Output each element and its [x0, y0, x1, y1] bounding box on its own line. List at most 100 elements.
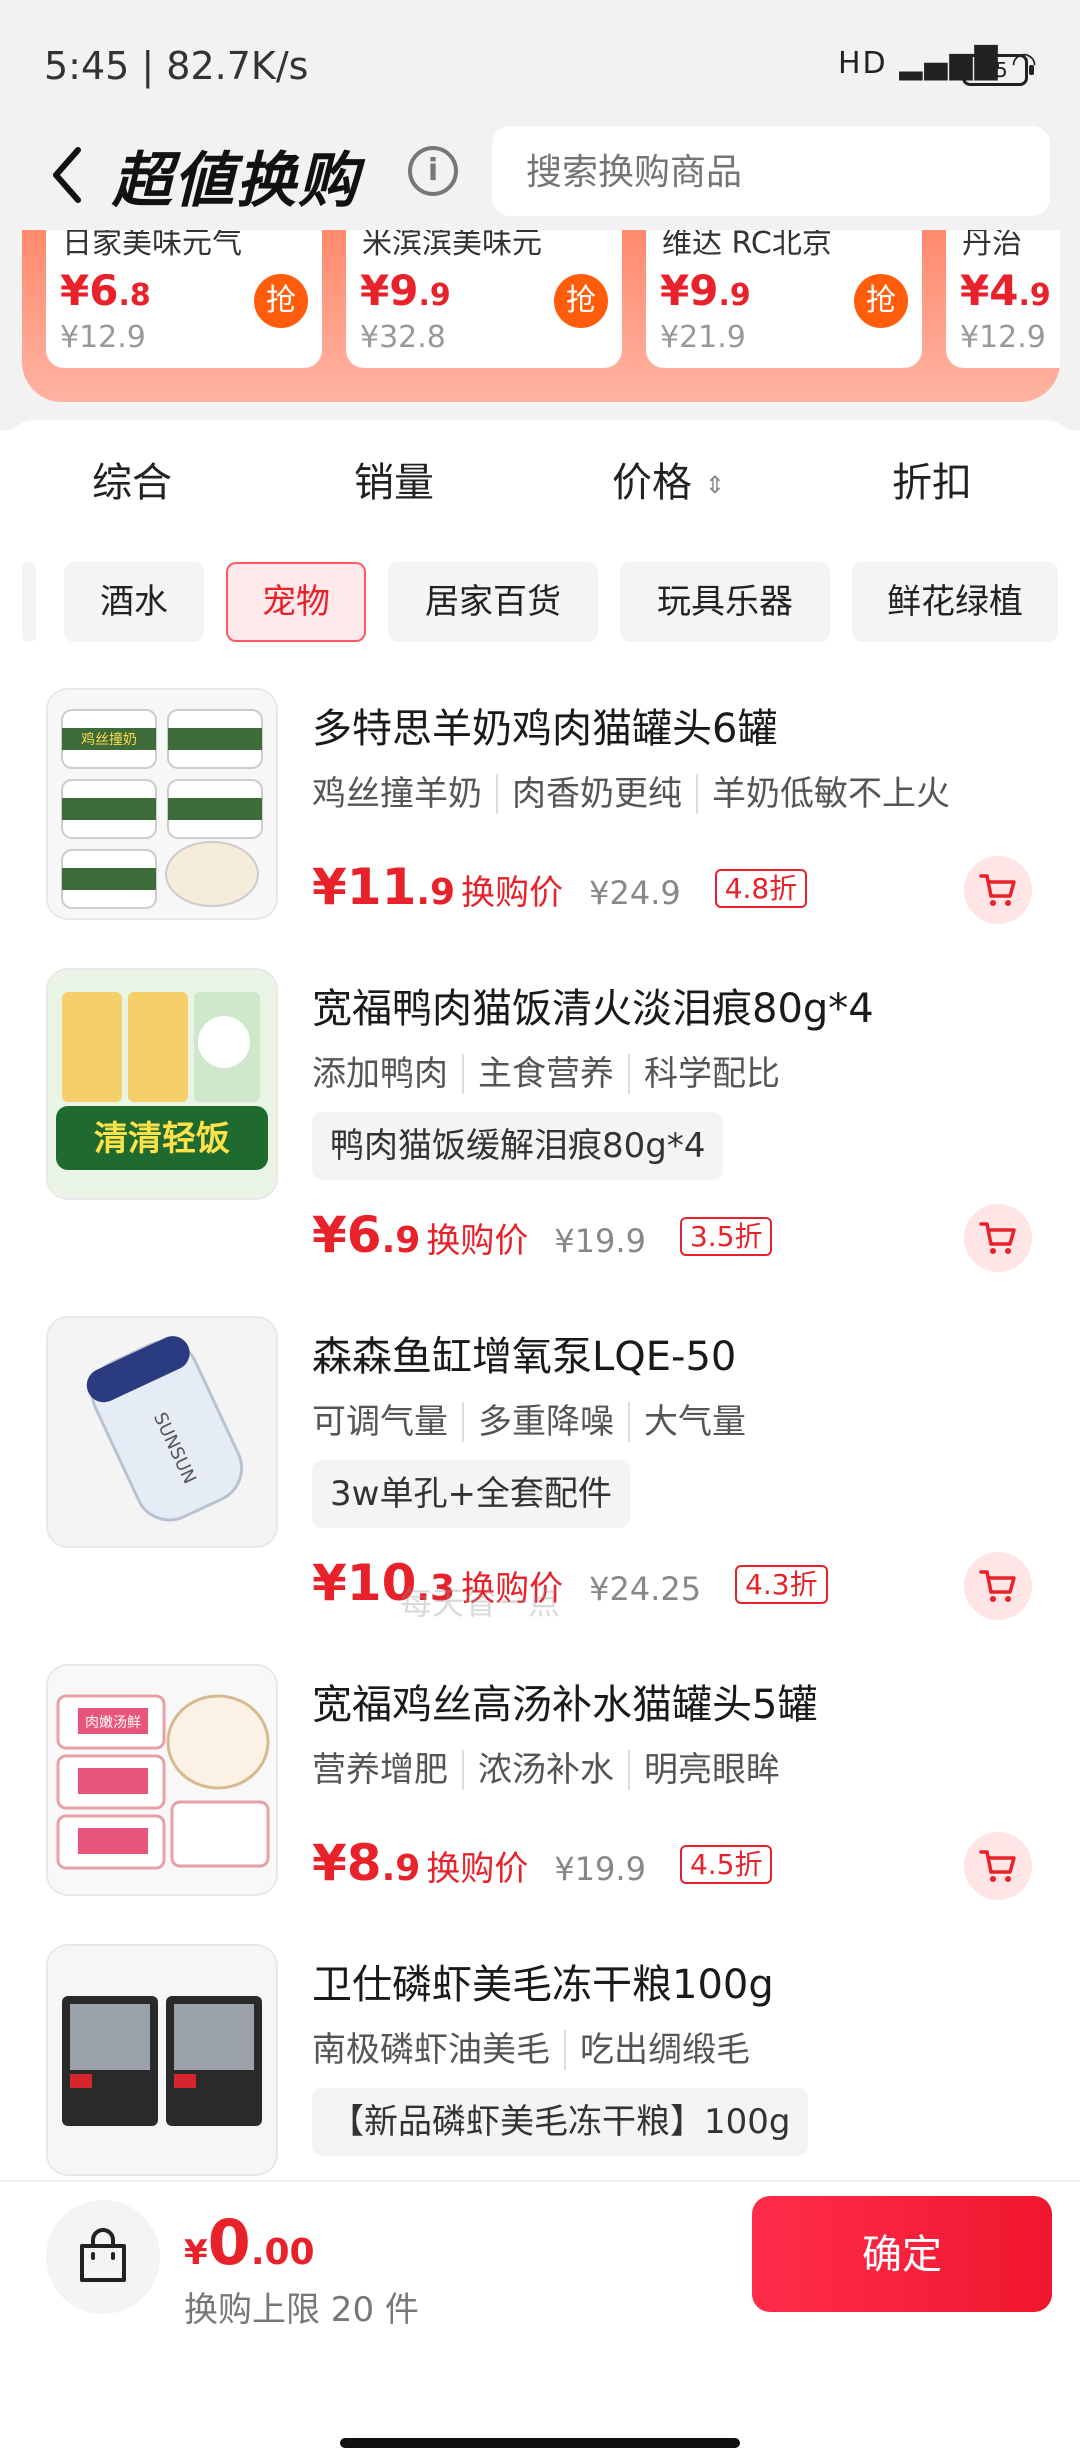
cart-icon	[979, 1570, 1016, 1602]
deal-strip: 日家美味元气 ¥6.8 ¥12.9 抢 米滨滨美味元 ¥9.9 ¥32.8 抢 …	[22, 230, 1060, 402]
sort-price[interactable]: 价格 ⇕	[612, 450, 725, 508]
price-row: ¥10.3 换购价 ¥24.25 4.3折	[312, 1554, 828, 1612]
original-price: ¥19.9	[554, 1222, 646, 1260]
confirm-button[interactable]: 确定	[752, 2196, 1052, 2312]
deal-card[interactable]: 维达 RC北京 ¥9.9 ¥21.9 抢	[646, 230, 922, 368]
product-tags: 营养增肥 浓汤补水 明亮眼眸	[312, 1742, 780, 1791]
tag: 吃出绸缎毛	[564, 2030, 750, 2070]
deal-price: ¥9.9	[360, 266, 451, 315]
exchange-price-label: 换购价	[426, 1849, 529, 1889]
category-tab-toys[interactable]: 玩具乐器	[620, 562, 830, 642]
product-sheet: 综合 销量 价格 ⇕ 折扣 酒水 宠物 居家百货 玩具乐器 鲜花绿植 鸡丝撞奶 …	[0, 420, 1080, 2180]
product-name: 多特思羊奶鸡肉猫罐头6罐	[312, 706, 778, 752]
exchange-price-label: 换购价	[426, 1221, 529, 1261]
page-title: 超値换购	[112, 146, 360, 216]
exchange-price: ¥8.9	[312, 1834, 421, 1892]
price-row: ¥8.9 换购价 ¥19.9 4.5折	[312, 1834, 773, 1892]
shopping-bag-icon	[80, 2228, 126, 2282]
grab-button[interactable]: 抢	[554, 274, 608, 328]
deal-price: ¥4.9	[960, 266, 1051, 315]
total-price: ¥0.00	[184, 2206, 315, 2279]
back-arrow-icon[interactable]	[40, 140, 100, 210]
category-tab-partial[interactable]	[22, 562, 36, 642]
add-to-cart-button[interactable]	[964, 856, 1032, 924]
status-bar: 5:45 | 82.7K/s HD ▂▄▆█ ◠ 45	[0, 0, 1080, 120]
home-indicator[interactable]	[340, 2438, 740, 2448]
discount-badge: 4.8折	[714, 869, 808, 908]
cart-icon	[979, 1850, 1016, 1882]
deal-old-price: ¥12.9	[960, 320, 1046, 355]
add-to-cart-button[interactable]	[964, 1832, 1032, 1900]
grab-button[interactable]: 抢	[854, 274, 908, 328]
cart-icon	[979, 1222, 1016, 1254]
deal-card[interactable]: 丹治 ¥4.9 ¥12.9	[946, 230, 1060, 368]
category-tab-pets[interactable]: 宠物	[226, 562, 366, 642]
tag: 肉香奶更纯	[496, 774, 682, 814]
original-price: ¥24.9	[589, 874, 681, 912]
original-price: ¥19.9	[554, 1850, 646, 1888]
deal-name: 丹治	[962, 230, 1022, 261]
tag: 浓汤补水	[462, 1750, 614, 1790]
product-name: 森森鱼缸增氧泵LQE-50	[312, 1334, 737, 1380]
product-spec: 3w单孔+全套配件	[312, 1460, 630, 1528]
product-spec: 【新品磷虾美毛冻干粮】100g	[312, 2088, 809, 2156]
product-image: 清清轻饭	[46, 968, 278, 1200]
search-box[interactable]	[492, 126, 1050, 218]
exchange-price-label: 换购价	[461, 873, 564, 913]
exchange-bag-button[interactable]	[46, 2200, 160, 2314]
product-image	[46, 1944, 278, 2176]
add-to-cart-button[interactable]	[964, 1552, 1032, 1620]
deal-name: 米滨滨美味元	[362, 230, 542, 261]
price-row: ¥11.9 换购价 ¥24.9 4.8折	[312, 858, 808, 916]
can-label: 肉嫩汤鲜	[85, 1715, 141, 1731]
category-tab-home[interactable]: 居家百货	[388, 562, 598, 642]
exchange-limit: 换购上限 20 件	[184, 2290, 419, 2330]
product-tags: 南极磷虾油美毛 吃出绸缎毛	[312, 2022, 750, 2071]
deal-card[interactable]: 米滨滨美味元 ¥9.9 ¥32.8 抢	[346, 230, 622, 368]
sort-discount[interactable]: 折扣	[892, 450, 972, 508]
deal-name: 日家美味元气	[62, 230, 242, 261]
deal-old-price: ¥21.9	[660, 320, 746, 355]
sort-bar: 综合 销量 价格 ⇕ 折扣	[0, 450, 1080, 530]
deal-name: 维达 RC北京	[662, 230, 832, 261]
tag: 多重降噪	[462, 1402, 614, 1442]
exchange-price: ¥6.9	[312, 1206, 421, 1264]
category-tab-flowers[interactable]: 鲜花绿植	[852, 562, 1058, 642]
product-image: 鸡丝撞奶	[46, 688, 278, 920]
price-row: ¥6.9 换购价 ¥19.9 3.5折	[312, 1206, 773, 1264]
discount-badge: 4.5折	[679, 1845, 773, 1884]
deal-card[interactable]: 日家美味元气 ¥6.8 ¥12.9 抢	[46, 230, 322, 368]
can-label: 鸡丝撞奶	[81, 731, 137, 748]
category-tab-drinks[interactable]: 酒水	[64, 562, 204, 642]
grab-button[interactable]: 抢	[254, 274, 308, 328]
tag: 可调气量	[312, 1402, 448, 1442]
product-name: 宽福鸡丝高汤补水猫罐头5罐	[312, 1682, 818, 1728]
tag: 羊奶低敏不上火	[696, 774, 950, 814]
deal-old-price: ¥12.9	[60, 320, 146, 355]
status-time: 5:45 | 82.7K/s	[44, 44, 309, 88]
watermark: 每天省一点	[400, 1584, 561, 1622]
product-name: 卫仕磷虾美毛冻干粮100g	[312, 1962, 774, 2008]
product-tags: 可调气量 多重降噪 大气量	[312, 1394, 746, 1443]
product-image: 肉嫩汤鲜	[46, 1664, 278, 1896]
product-image: SUNSUN	[46, 1316, 278, 1548]
product-spec: 鸭肉猫饭缓解泪痕80g*4	[312, 1112, 724, 1180]
info-icon[interactable]: i	[408, 146, 458, 196]
sort-overall[interactable]: 综合	[92, 450, 172, 508]
original-price: ¥24.25	[589, 1570, 702, 1608]
sort-arrows-icon: ⇕	[704, 471, 725, 499]
tag: 南极磷虾油美毛	[312, 2030, 550, 2070]
cart-icon	[979, 874, 1016, 906]
tag: 大气量	[628, 1402, 746, 1442]
deal-price: ¥6.8	[60, 266, 151, 315]
product-tags: 鸡丝撞羊奶 肉香奶更纯 羊奶低敏不上火	[312, 766, 950, 815]
tag: 鸡丝撞羊奶	[312, 774, 482, 814]
category-tabs: 酒水 宠物 居家百货 玩具乐器 鲜花绿植	[0, 562, 1080, 646]
search-input[interactable]	[492, 126, 1028, 218]
product-name: 宽福鸭肉猫饭清火淡泪痕80g*4	[312, 986, 874, 1032]
deal-price: ¥9.9	[660, 266, 751, 315]
sort-sales[interactable]: 销量	[354, 450, 434, 508]
add-to-cart-button[interactable]	[964, 1204, 1032, 1272]
bottom-bar: ¥0.00 换购上限 20 件 确定	[0, 2180, 1080, 2462]
discount-badge: 4.3折	[735, 1565, 828, 1604]
